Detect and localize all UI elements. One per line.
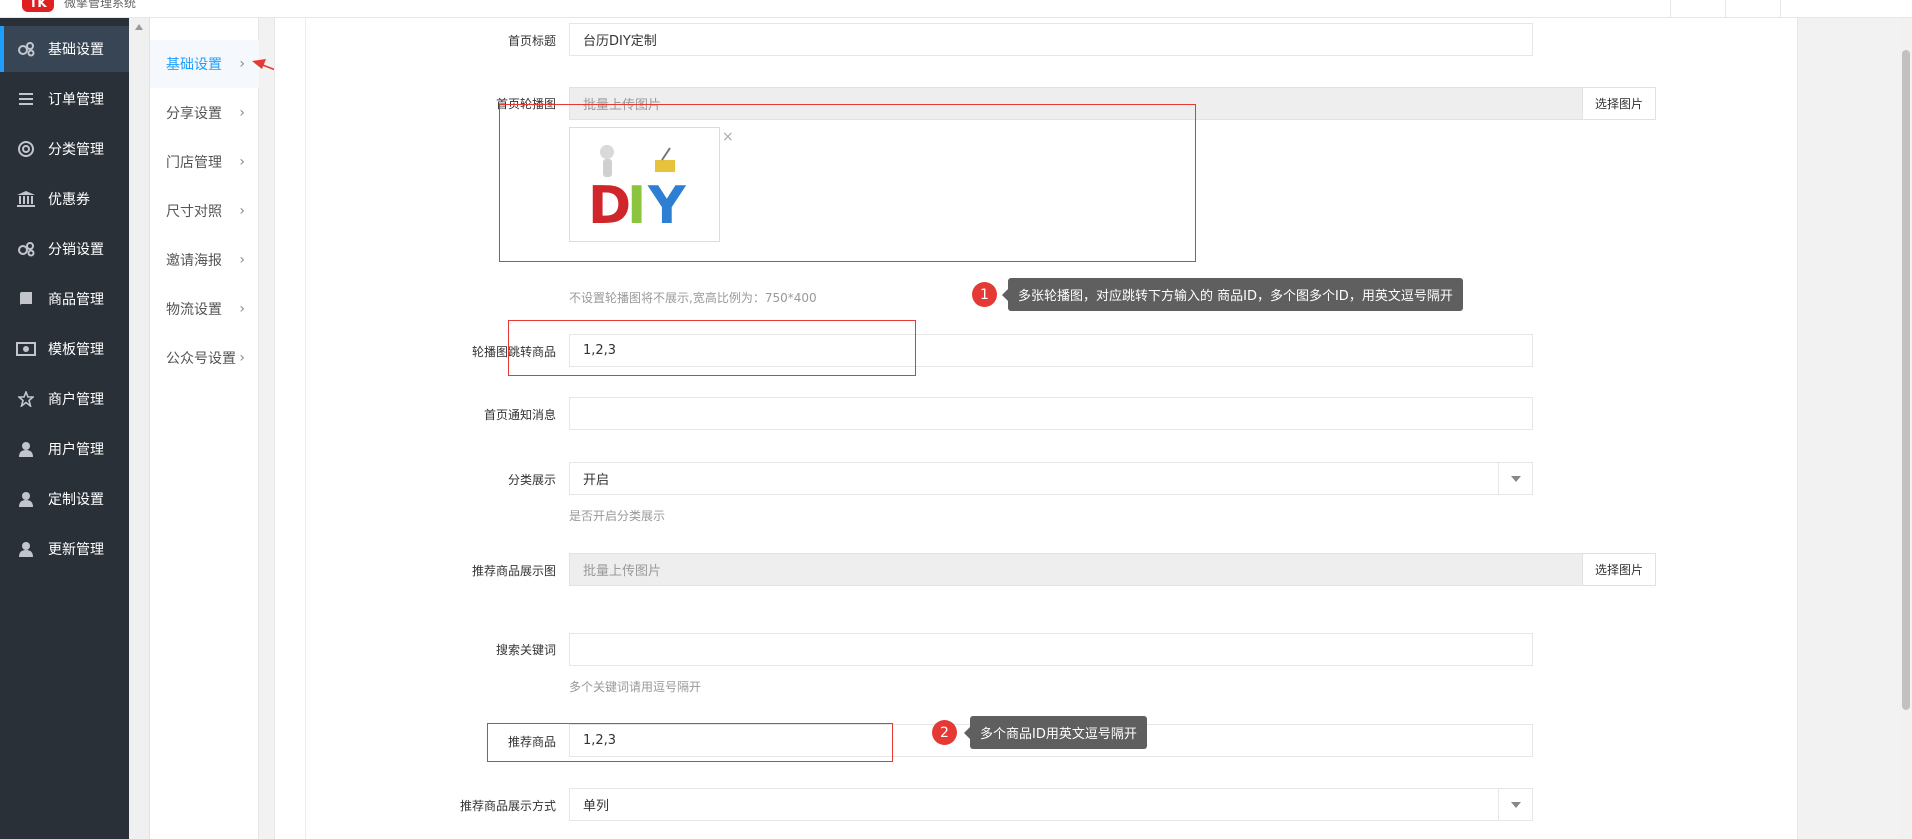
notice-label: 首页通知消息 [483,408,556,422]
sidebar-scrollbar[interactable] [129,18,150,839]
recommend-image-select-button[interactable]: 选择图片 [1582,553,1656,586]
sidebar-item-label: 分类管理 [48,142,104,158]
brand-name: 微擎管理系统 [64,0,137,8]
cogs-icon [14,240,38,258]
sidebar-item-users[interactable]: 用户管理 [0,426,129,472]
star-icon [14,390,38,408]
sidebar-item-label: 优惠券 [48,192,90,208]
annotation-box-carousel [499,104,1196,262]
user-icon [14,490,38,508]
subnav-item-share-settings[interactable]: 分享设置 › [150,89,259,137]
sidebar-item-basic-settings[interactable]: 基础设置 [0,26,129,72]
sidebar-item-distribution[interactable]: 分销设置 [0,226,129,272]
keywords-label: 搜索关键词 [495,643,556,657]
sidebar-item-label: 模板管理 [48,342,104,358]
recommend-image-upload-input[interactable]: 批量上传图片 [569,553,1583,586]
category-display-label: 分类展示 [507,473,556,487]
sidebar-item-updates[interactable]: 更新管理 [0,526,129,572]
recommend-mode-label: 推荐商品展示方式 [459,799,556,813]
carousel-hint: 不设置轮播图将不展示,宽高比例为：750*400 [569,291,817,305]
chevron-down-icon[interactable] [1498,789,1532,820]
chevron-right-icon: › [239,350,245,366]
sidebar-item-templates[interactable]: 模板管理 [0,326,129,372]
recommend-image-label: 推荐商品展示图 [471,564,556,578]
sidebar-item-coupons[interactable]: 优惠券 [0,176,129,222]
annotation-tooltip-1: 多张轮播图，对应跳转下方输入的 商品ID，多个图多个ID，用英文逗号隔开 [1002,278,1463,311]
topbar-divider [1670,0,1671,18]
annotation-badge-1: 1 [972,282,997,307]
annotation-box-recommend-goods [487,723,893,762]
annotation-box-carousel-goods [508,320,916,376]
user-icon [14,540,38,558]
subnav-item-label: 门店管理 [166,155,222,171]
cogs-icon [14,40,38,58]
sidebar-item-label: 商户管理 [48,392,104,408]
sidebar-item-label: 分销设置 [48,242,104,258]
main-sidebar: 基础设置 订单管理 分类管理 优惠券 分销设置 商品管理 模板管理 商户管理 用… [0,18,129,839]
panel-divider [305,18,306,839]
category-display-value: 开启 [583,473,610,488]
chevron-right-icon: › [239,56,245,72]
subnav-item-logistics[interactable]: 物流设置 › [150,285,259,333]
support-icon [14,140,38,158]
subnav-item-label: 公众号设置 [166,351,236,367]
home-title-input[interactable]: 台历DIY定制 [569,23,1533,56]
category-display-select[interactable]: 开启 [569,462,1533,495]
chevron-right-icon: › [239,105,245,121]
sidebar-item-merchants[interactable]: 商户管理 [0,376,129,422]
book-icon [14,290,38,308]
subnav-item-label: 基础设置 [166,57,222,73]
scrollbar-thumb[interactable] [1902,50,1910,710]
sidebar-item-label: 订单管理 [48,92,104,108]
keywords-hint: 多个关键词请用逗号隔开 [569,680,702,694]
subnav-item-invite-poster[interactable]: 邀请海报 › [150,236,259,284]
bank-icon [14,190,38,208]
list-icon [14,90,38,108]
sidebar-item-label: 更新管理 [48,542,104,558]
subnav-item-basic-settings[interactable]: 基础设置 › [150,40,259,88]
sidebar-item-label: 基础设置 [48,42,104,58]
sidebar-item-orders[interactable]: 订单管理 [0,76,129,122]
page-scrollbar[interactable] [1900,18,1912,839]
sidebar-item-label: 定制设置 [48,492,104,508]
subnav-item-official-account[interactable]: 公众号设置 › [150,334,259,382]
home-title-label: 首页标题 [507,34,556,48]
sidebar-item-products[interactable]: 商品管理 [0,276,129,322]
category-display-hint: 是否开启分类展示 [569,509,666,523]
money-icon [14,340,38,358]
top-bar: TK 微擎管理系统 [0,0,1912,18]
annotation-tooltip-2: 多个商品ID用英文逗号隔开 [964,716,1147,749]
user-icon [14,440,38,458]
keywords-input[interactable] [569,633,1533,666]
topbar-divider [1780,0,1781,18]
chevron-right-icon: › [239,301,245,317]
subnav-item-label: 物流设置 [166,302,222,318]
recommend-mode-select[interactable]: 单列 [569,788,1533,821]
topbar-divider [1725,0,1726,18]
chevron-right-icon: › [239,252,245,268]
sidebar-item-categories[interactable]: 分类管理 [0,126,129,172]
subnav-item-label: 分享设置 [166,106,222,122]
carousel-select-image-button[interactable]: 选择图片 [1582,87,1656,120]
app-logo: TK [22,0,54,12]
sidebar-item-label: 商品管理 [48,292,104,308]
subnav-item-label: 尺寸对照 [166,204,222,220]
subnav-item-stores[interactable]: 门店管理 › [150,138,259,186]
subnav-item-size-chart[interactable]: 尺寸对照 › [150,187,259,235]
chevron-right-icon: › [239,154,245,170]
annotation-badge-2: 2 [932,720,957,745]
notice-input[interactable] [569,397,1533,430]
chevron-right-icon: › [239,203,245,219]
sub-navigation: 基础设置 › 分享设置 › 门店管理 › 尺寸对照 › 邀请海报 › 物流设置 … [150,18,259,839]
sidebar-item-label: 用户管理 [48,442,104,458]
recommend-mode-value: 单列 [583,799,610,814]
sidebar-item-custom-settings[interactable]: 定制设置 [0,476,129,522]
scroll-up-icon[interactable] [135,24,143,30]
subnav-item-label: 邀请海报 [166,253,222,269]
chevron-down-icon[interactable] [1498,463,1532,494]
